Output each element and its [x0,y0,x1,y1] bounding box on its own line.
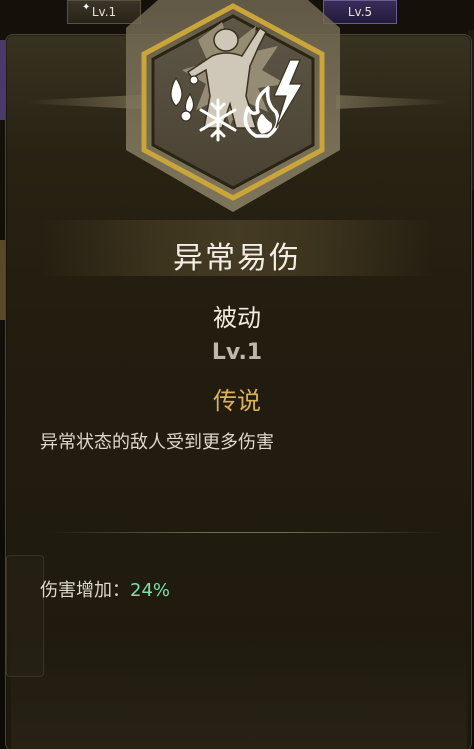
skill-type: 被动 [213,304,261,332]
stat-label: 伤害增加： [40,580,130,601]
skill-name: 异常易伤 [173,241,301,276]
skill-stat: 伤害增加：24% [40,576,170,602]
section-divider [48,532,442,533]
skill-description: 异常状态的敌人受到更多伤害 [40,432,274,453]
skill-level: Lv.1 [211,340,263,365]
screen: ✦ Lv.1 Lv.5 异常易伤 被动 Lv.1 传说 异常状态的敌人受到更多伤… [0,0,474,749]
skill-rarity: 传说 [213,387,261,415]
stat-value: 24% [130,580,171,601]
hexagon-emblem-icon [126,0,340,212]
panel-bottom-fog [11,630,467,749]
